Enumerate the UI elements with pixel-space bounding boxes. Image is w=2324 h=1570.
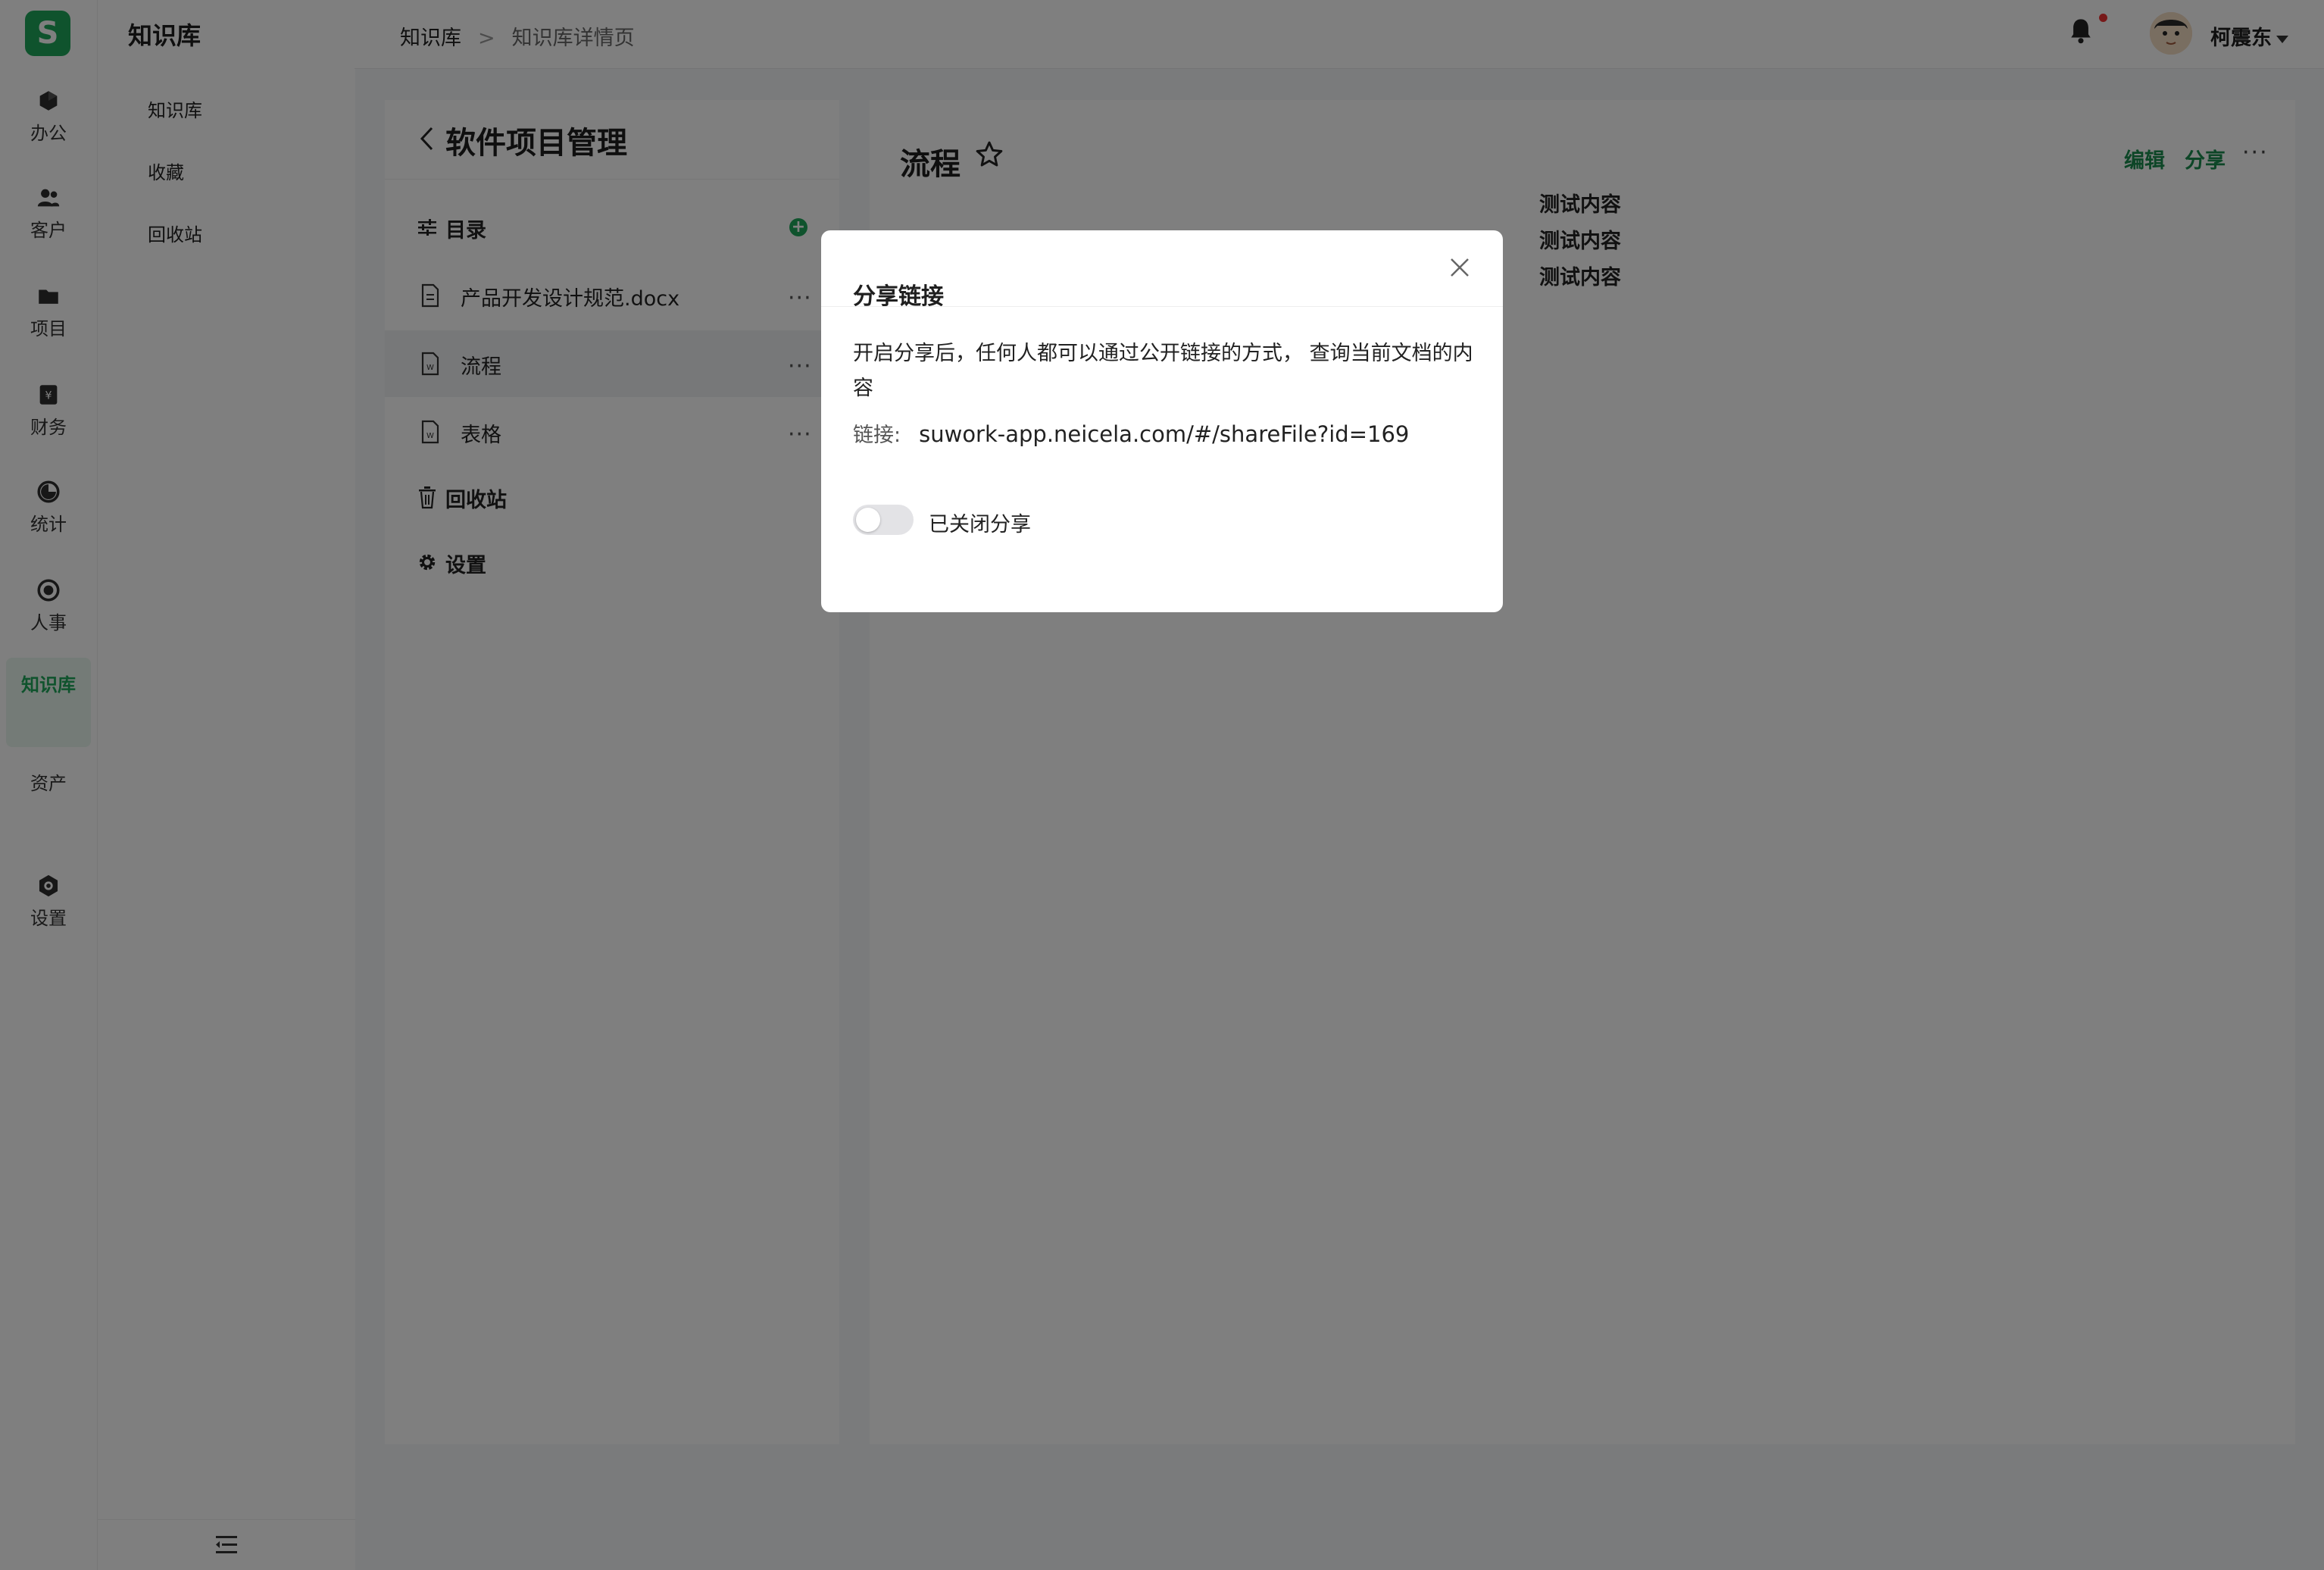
share-toggle-switch[interactable]	[853, 505, 914, 535]
toggle-knob	[856, 508, 880, 532]
share-link-dialog: 分享链接 开启分享后，任何人都可以通过公开链接的方式， 查询当前文档的内容 链接…	[821, 230, 1503, 612]
share-link-row: 链接: suwork-app.neicela.com/#/shareFile?id…	[853, 418, 1409, 448]
close-icon[interactable]	[1448, 256, 1471, 279]
share-toggle-label: 已关闭分享	[929, 513, 1031, 536]
link-label: 链接:	[853, 424, 901, 447]
dialog-description: 开启分享后，任何人都可以通过公开链接的方式， 查询当前文档的内容	[853, 342, 1473, 400]
dialog-divider	[821, 306, 1503, 307]
share-link-url[interactable]: suwork-app.neicela.com/#/shareFile?id=16…	[919, 421, 1409, 447]
